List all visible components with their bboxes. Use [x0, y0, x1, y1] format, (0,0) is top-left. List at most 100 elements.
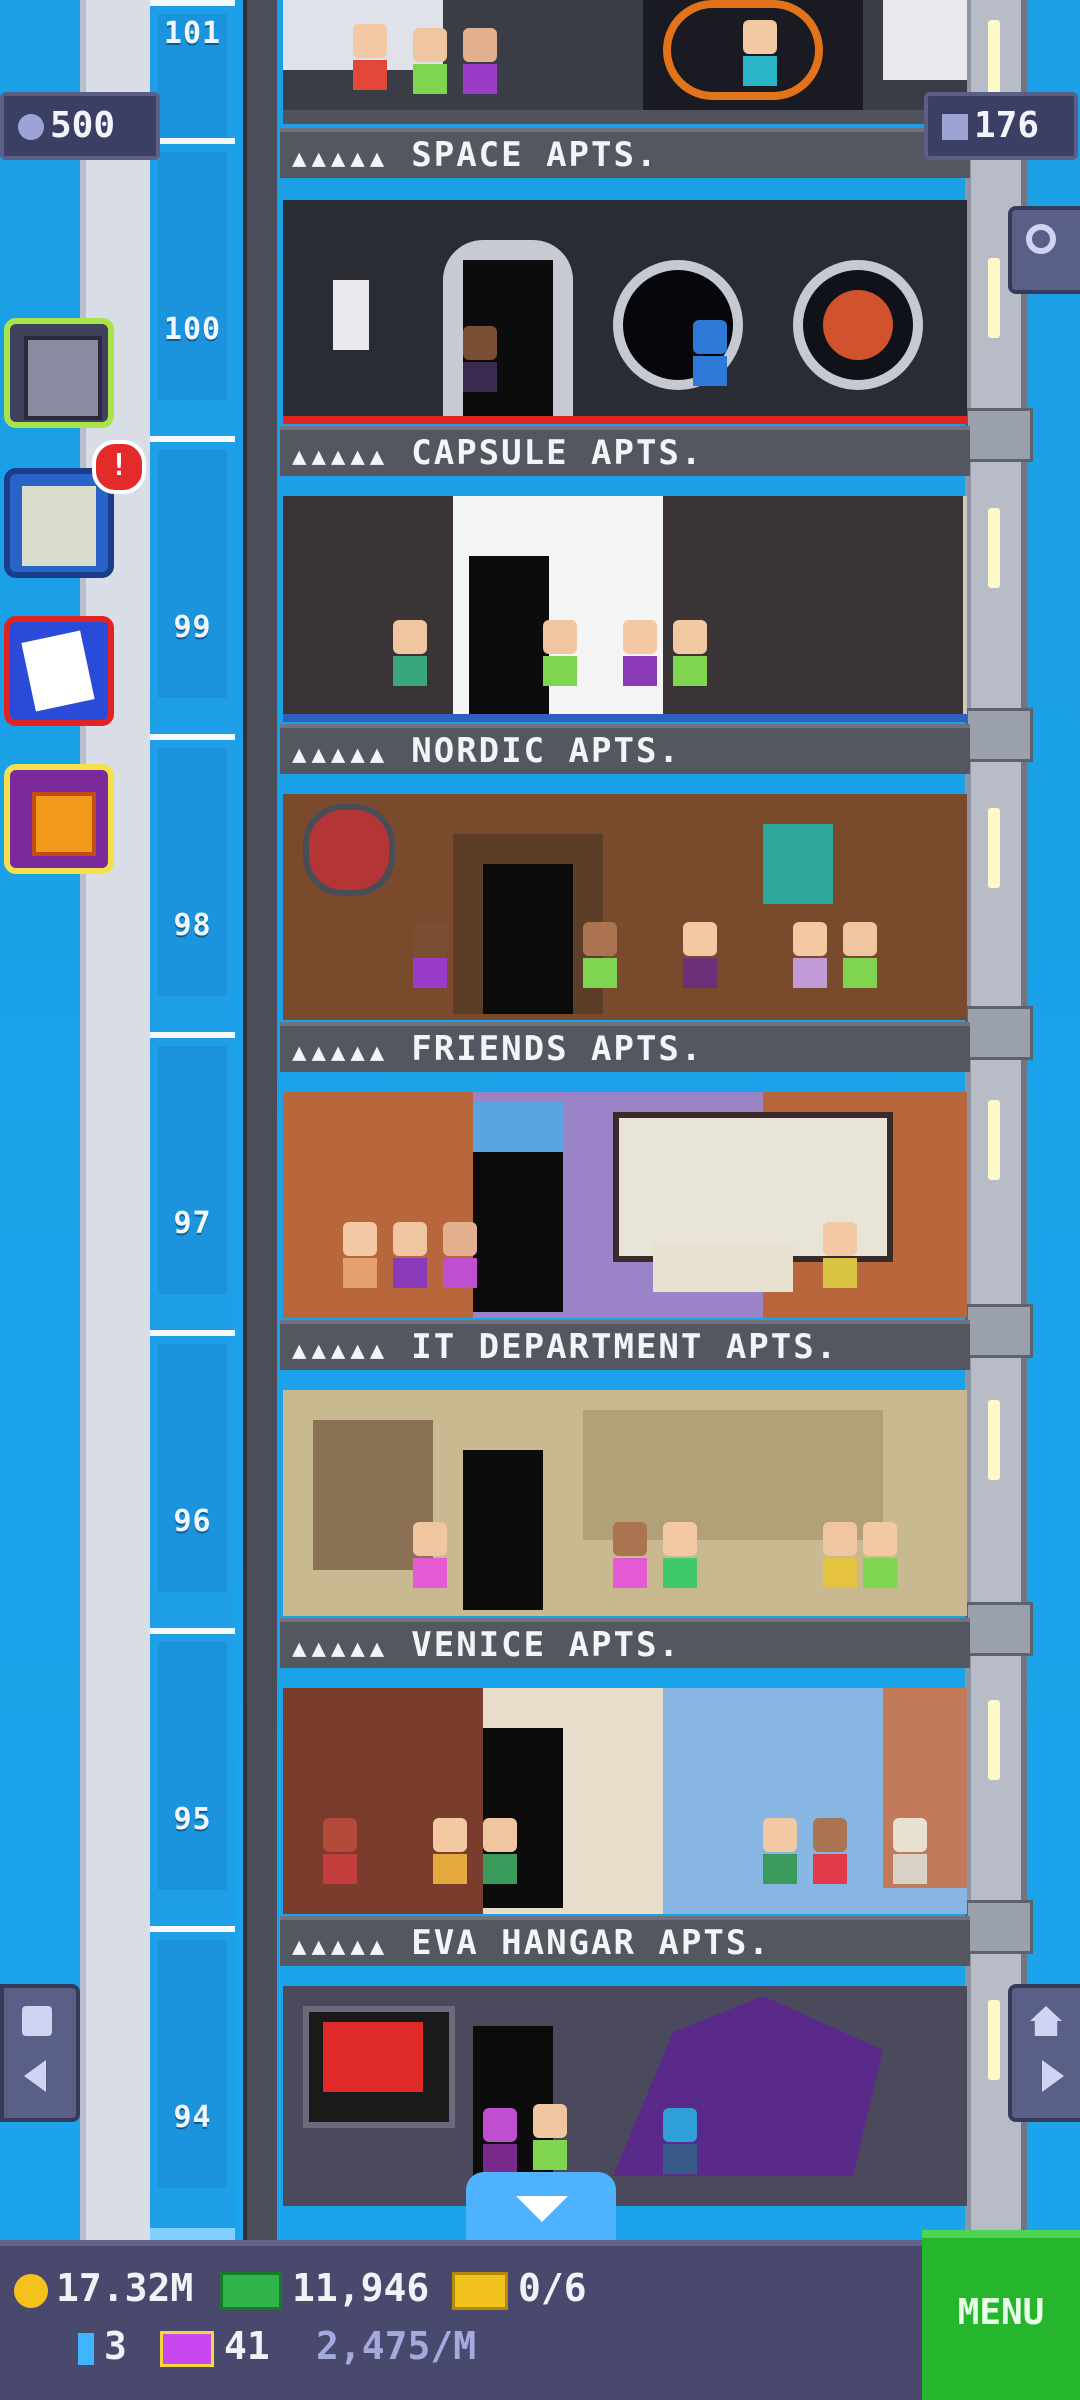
- window-light: [988, 258, 1000, 338]
- floor-number: 100: [163, 312, 222, 347]
- window-light: [988, 1700, 1000, 1780]
- floor-number: 99: [173, 610, 212, 645]
- rail-bracket: [965, 408, 1033, 462]
- tickets-stat[interactable]: 0/6: [452, 2266, 587, 2310]
- elevator-segment: [150, 1628, 235, 1930]
- side-calendar-button[interactable]: [4, 616, 114, 726]
- floor-slab: [283, 110, 967, 124]
- floor-label-nordic[interactable]: ▲▲▲▲▲ NORDIC APTS.: [280, 724, 970, 774]
- floor-name: NORDIC APTS.: [411, 731, 681, 771]
- floor-number: 94: [173, 2100, 212, 2135]
- coins-value: 17.32M: [56, 2266, 194, 2310]
- ticket-icon: [452, 2271, 508, 2310]
- search-button[interactable]: [1008, 206, 1080, 294]
- floor-room-top-partial[interactable]: [283, 0, 967, 114]
- floor-room-nordic[interactable]: [283, 794, 967, 1020]
- chevron-down-icon: [516, 2196, 568, 2222]
- floor-number: 97: [173, 1206, 212, 1241]
- bux-stat[interactable]: 11,946: [220, 2266, 429, 2310]
- magnifier-icon: [1026, 224, 1056, 254]
- floor-rating: ▲▲▲▲▲: [292, 1634, 390, 1662]
- game-screen: 101 100 99 98 97 96 95 94 ▲▲▲▲▲ SPACE APT…: [0, 0, 1080, 2400]
- window-light: [988, 1400, 1000, 1480]
- rail-bracket: [965, 1602, 1033, 1656]
- rail-bracket: [965, 1900, 1033, 1954]
- gift-icon: [32, 792, 96, 856]
- building-icon: [24, 336, 102, 420]
- building-icon: [942, 114, 968, 140]
- floor-label-eva-hangar[interactable]: ▲▲▲▲▲ EVA HANGAR APTS.: [280, 1916, 970, 1966]
- floor-number: 95: [173, 1802, 212, 1837]
- home-icon: [1030, 2006, 1062, 2036]
- gems-stat[interactable]: 3: [78, 2324, 127, 2368]
- person-icon: [18, 114, 44, 140]
- floor-room-capsule[interactable]: [283, 496, 967, 722]
- gems-value: 3: [104, 2324, 127, 2368]
- window-light: [988, 508, 1000, 588]
- floor-number: 96: [173, 1504, 212, 1539]
- rail-bracket: [965, 1006, 1033, 1060]
- floor-rating: ▲▲▲▲▲: [292, 442, 390, 470]
- income-rate: 2,475/M: [316, 2324, 477, 2368]
- bux-icon: [220, 2271, 282, 2310]
- floor-label-space[interactable]: ▲▲▲▲▲ SPACE APTS.: [280, 128, 970, 178]
- coins-stat[interactable]: 17.32M: [14, 2266, 193, 2310]
- floor-rating: ▲▲▲▲▲: [292, 1038, 390, 1066]
- floor-number-partial: 101: [163, 16, 222, 51]
- floor-name: FRIENDS APTS.: [411, 1029, 704, 1069]
- floor-label-friends[interactable]: ▲▲▲▲▲ FRIENDS APTS.: [280, 1022, 970, 1072]
- elevator-segment: [150, 1926, 235, 2228]
- floor-count: 176: [974, 105, 1040, 146]
- population-count: 500: [50, 105, 116, 146]
- floor-rating: ▲▲▲▲▲: [292, 740, 390, 768]
- floor-room-it-department[interactable]: [283, 1390, 967, 1616]
- elevator-segment: [150, 734, 235, 1036]
- window-light: [988, 808, 1000, 888]
- population-badge[interactable]: 500: [0, 92, 160, 160]
- floor-room-friends[interactable]: [283, 1092, 967, 1318]
- menu-button[interactable]: MENU: [922, 2230, 1080, 2400]
- window-light: [988, 1100, 1000, 1180]
- floor-label-venice[interactable]: ▲▲▲▲▲ VENICE APTS.: [280, 1618, 970, 1668]
- floor-room-eva-hangar[interactable]: [283, 1986, 967, 2206]
- floor-rating: ▲▲▲▲▲: [292, 1932, 390, 1960]
- window-light: [988, 20, 1000, 100]
- window-light: [988, 2000, 1000, 2080]
- vip-value: 41: [224, 2324, 270, 2368]
- floor-name: VENICE APTS.: [411, 1625, 681, 1665]
- floor-room-space[interactable]: [283, 200, 967, 424]
- bux-value: 11,946: [292, 2266, 430, 2310]
- scroll-down-button[interactable]: [466, 2172, 616, 2244]
- floor-rating: ▲▲▲▲▲: [292, 144, 390, 172]
- floor-name: SPACE APTS.: [411, 135, 659, 175]
- elevator-segment: [150, 436, 235, 738]
- elevator-segment: [150, 1330, 235, 1632]
- floor-label-it-department[interactable]: ▲▲▲▲▲ IT DEPARTMENT APTS.: [280, 1320, 970, 1370]
- floor-name: IT DEPARTMENT APTS.: [411, 1327, 839, 1367]
- arrow-right-icon: [1042, 2060, 1064, 2092]
- arrow-left-icon: [24, 2060, 46, 2092]
- rail-bracket: [965, 708, 1033, 762]
- nav-roof-button[interactable]: [1008, 1984, 1080, 2122]
- calendar-icon: [21, 630, 95, 712]
- side-gift-button[interactable]: [4, 764, 114, 874]
- elevator-segment: [150, 138, 235, 440]
- side-building-button[interactable]: [4, 318, 114, 428]
- missions-alert-badge: !: [92, 440, 146, 494]
- bottom-status-bar: [0, 2240, 1080, 2400]
- floor-number: 98: [173, 908, 212, 943]
- coin-icon: [14, 2273, 48, 2308]
- checklist-icon: [22, 486, 96, 566]
- nav-lobby-button[interactable]: [0, 1984, 80, 2122]
- tower-left-rail: [243, 0, 277, 2240]
- vip-icon: [160, 2330, 214, 2367]
- gem-icon: [78, 2332, 94, 2365]
- elevator-person-icon: [22, 2006, 52, 2036]
- floor-label-capsule[interactable]: ▲▲▲▲▲ CAPSULE APTS.: [280, 426, 970, 476]
- tickets-value: 0/6: [518, 2266, 587, 2310]
- rail-bracket: [965, 1304, 1033, 1358]
- floors-badge[interactable]: 176: [924, 92, 1078, 160]
- vip-stat[interactable]: 41: [160, 2324, 270, 2368]
- floor-room-venice[interactable]: [283, 1688, 967, 1914]
- floor-rating: ▲▲▲▲▲: [292, 1336, 390, 1364]
